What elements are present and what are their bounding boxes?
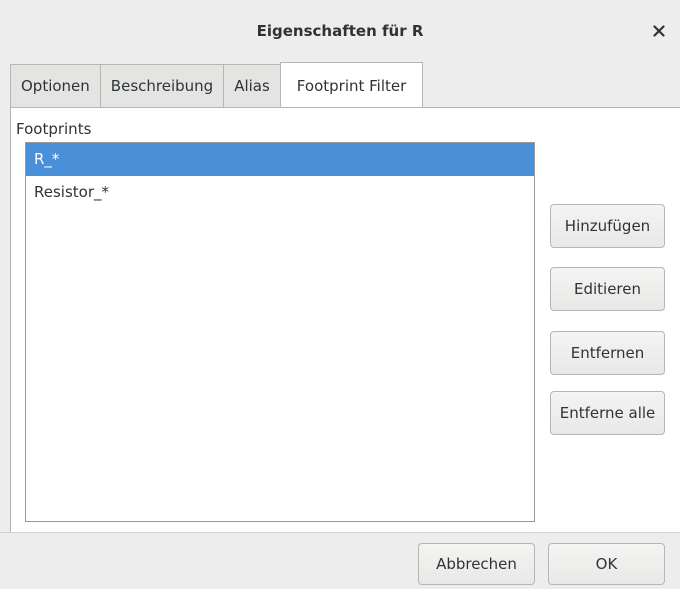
- remove-all-button[interactable]: Entferne alle: [550, 391, 665, 435]
- tab-optionen[interactable]: Optionen: [10, 64, 100, 108]
- edit-button[interactable]: Editieren: [550, 267, 665, 311]
- footprints-list[interactable]: R_* Resistor_*: [25, 142, 535, 522]
- title-bar[interactable]: Eigenschaften für R: [0, 0, 680, 62]
- tab-alias[interactable]: Alias: [223, 64, 280, 108]
- list-item[interactable]: Resistor_*: [26, 176, 534, 208]
- close-icon: [653, 25, 665, 37]
- dialog-title: Eigenschaften für R: [256, 22, 424, 40]
- list-item[interactable]: R_*: [26, 143, 534, 176]
- close-button[interactable]: [646, 18, 672, 44]
- add-button[interactable]: Hinzufügen: [550, 204, 665, 248]
- tab-bar: Optionen Beschreibung Alias Footprint Fi…: [10, 62, 424, 108]
- cancel-button[interactable]: Abbrechen: [418, 543, 535, 585]
- tab-footprint-filter[interactable]: Footprint Filter: [279, 62, 424, 108]
- footprints-label: Footprints: [16, 120, 92, 138]
- remove-button[interactable]: Entfernen: [550, 331, 665, 375]
- properties-dialog: Eigenschaften für R Optionen Beschreibun…: [0, 0, 680, 589]
- tab-beschreibung[interactable]: Beschreibung: [99, 64, 224, 108]
- ok-button[interactable]: OK: [548, 543, 665, 585]
